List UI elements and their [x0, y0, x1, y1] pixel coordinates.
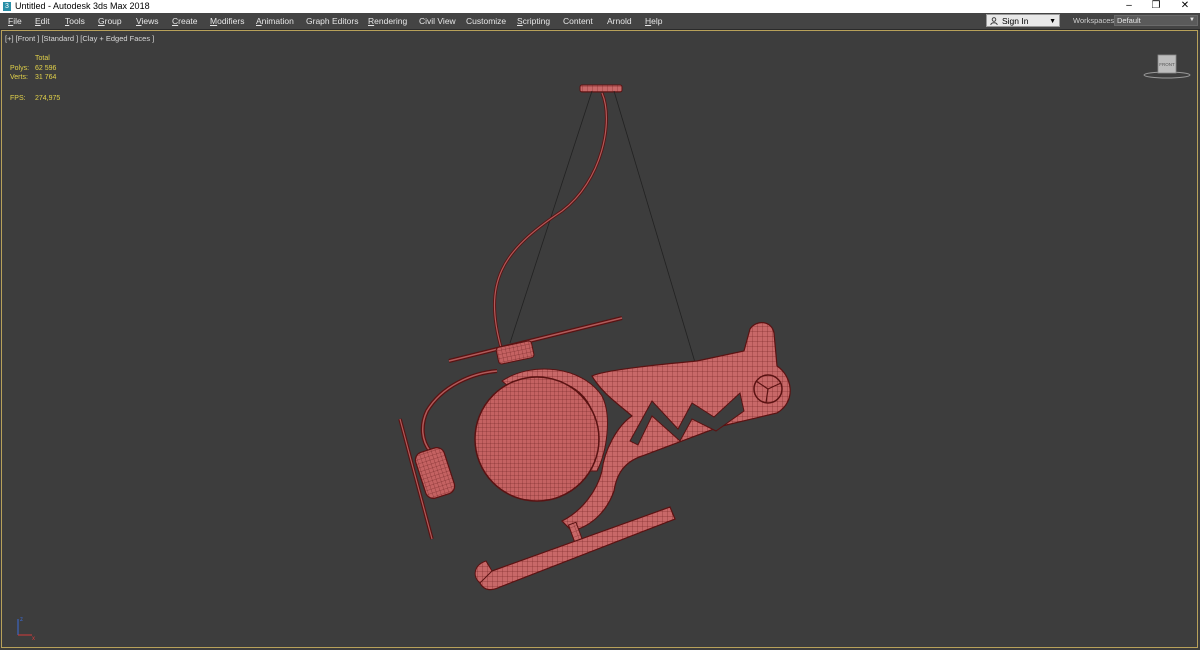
- menu-create[interactable]: Create: [172, 16, 198, 26]
- title-bar: 3 Untitled - Autodesk 3ds Max 2018 – ❐ ✕: [0, 0, 1200, 13]
- front-viewport[interactable]: [+] [Front ] [Standard ] [Clay + Edged F…: [1, 30, 1198, 648]
- ceiling-canopy: [579, 84, 623, 93]
- close-button[interactable]: ✕: [1172, 0, 1198, 13]
- menu-civil-view[interactable]: Civil View: [419, 16, 456, 26]
- minimize-button[interactable]: –: [1116, 0, 1142, 13]
- chevron-down-icon: ▼: [1189, 17, 1195, 23]
- menu-rendering[interactable]: Rendering: [368, 16, 407, 26]
- workspaces-select[interactable]: Default ▼: [1114, 15, 1198, 26]
- menu-help[interactable]: Help: [645, 16, 662, 26]
- power-cable: [493, 92, 608, 352]
- menu-tools[interactable]: Tools: [65, 16, 85, 26]
- menu-content[interactable]: Content: [563, 16, 593, 26]
- menu-file[interactable]: File: [8, 16, 22, 26]
- 3ds-max-app-icon[interactable]: 3: [3, 2, 11, 11]
- axis-z-label: z: [20, 617, 23, 623]
- workspaces-label: Workspaces:: [1073, 16, 1117, 25]
- menu-arnold[interactable]: Arnold: [607, 16, 632, 26]
- workspaces-value: Default: [1117, 16, 1141, 25]
- menu-scripting[interactable]: Scripting: [517, 16, 550, 26]
- glass-globe: [474, 376, 600, 502]
- menu-bar: File Edit Tools Group Views Create Modif…: [0, 13, 1200, 30]
- suspension-wire: [613, 90, 698, 370]
- axis-tripod-icon: z x: [17, 617, 35, 641]
- menu-edit[interactable]: Edit: [35, 16, 50, 26]
- user-icon: [990, 17, 998, 25]
- menu-animation[interactable]: Animation: [256, 16, 294, 26]
- restore-button[interactable]: ❐: [1143, 0, 1169, 13]
- menu-group[interactable]: Group: [98, 16, 122, 26]
- power-cable: [494, 92, 608, 352]
- sign-in-label: Sign In: [1002, 16, 1029, 26]
- menu-customize[interactable]: Customize: [466, 16, 506, 26]
- axis-x-label: x: [32, 636, 35, 641]
- chevron-down-icon: ▼: [1049, 18, 1056, 25]
- menu-graph-editors[interactable]: Graph Editors: [306, 16, 358, 26]
- sign-in-dropdown[interactable]: Sign In ▼: [986, 14, 1060, 27]
- main-rotor-blade: [448, 317, 623, 362]
- window-title: Untitled - Autodesk 3ds Max 2018: [15, 1, 150, 11]
- menu-views[interactable]: Views: [136, 16, 159, 26]
- menu-modifiers[interactable]: Modifiers: [210, 16, 245, 26]
- helicopter-lamp-model[interactable]: [2, 31, 1197, 647]
